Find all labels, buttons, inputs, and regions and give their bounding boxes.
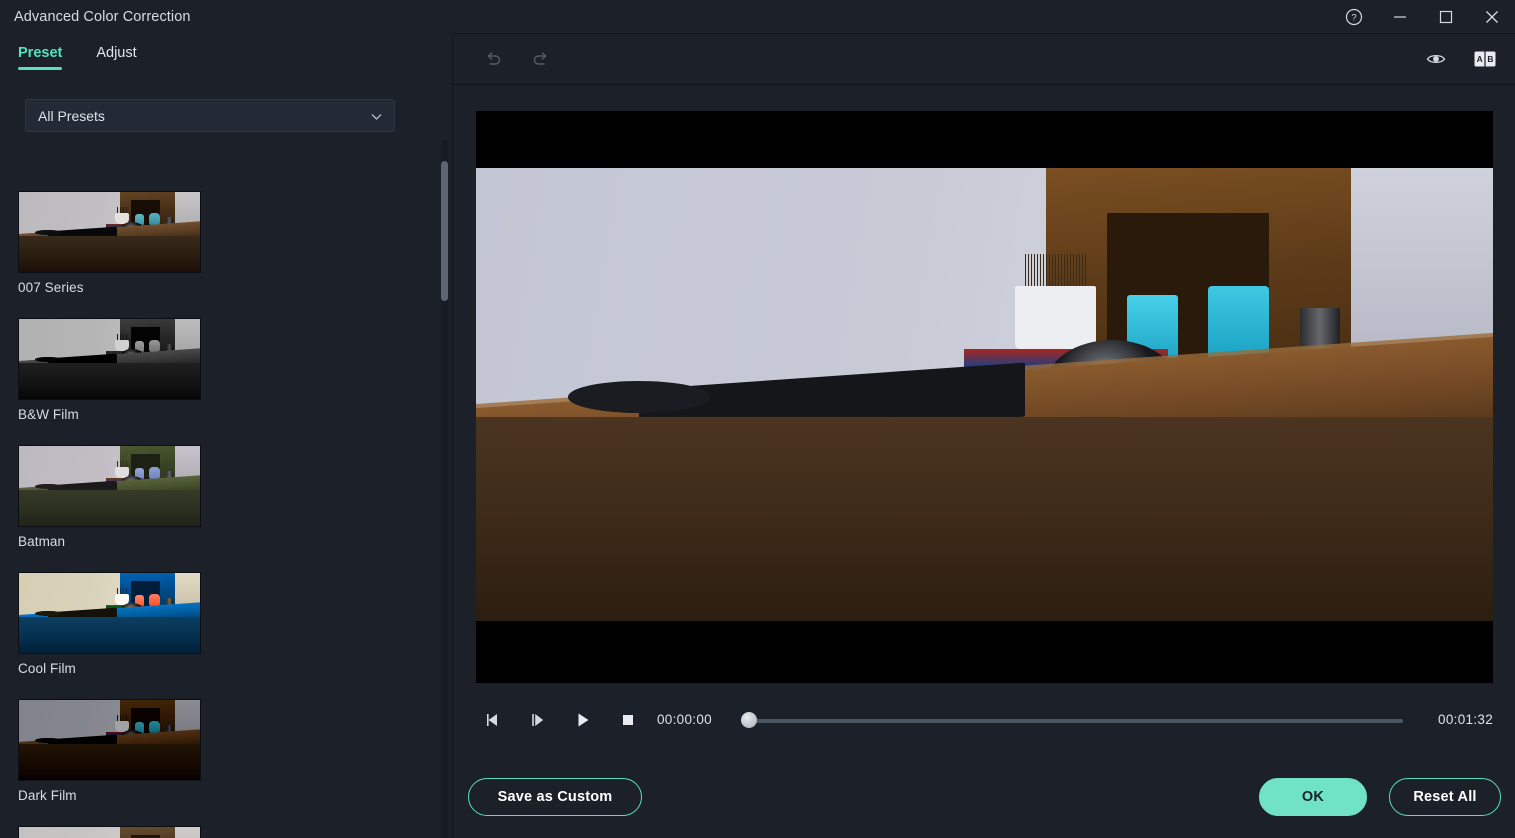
close-icon: [1486, 10, 1498, 23]
minimize-icon: [1394, 15, 1406, 18]
next-frame-icon: [532, 714, 544, 726]
previous-frame-icon: [487, 714, 497, 726]
tab-adjust[interactable]: Adjust: [96, 45, 136, 70]
play-icon: [578, 713, 589, 727]
preset-thumbnail-image: [19, 827, 200, 838]
preset-label: B&W Film: [18, 407, 79, 422]
stop-button[interactable]: [613, 705, 643, 735]
preset-thumbnail-image: [19, 446, 200, 526]
current-time-label: 00:00:00: [657, 712, 712, 727]
preset-item[interactable]: B&W Film: [18, 318, 219, 422]
ab-compare-button[interactable]: A B: [1468, 42, 1502, 76]
letterbox-top: [476, 111, 1493, 168]
svg-text:B: B: [1487, 54, 1493, 64]
redo-button[interactable]: [524, 42, 558, 76]
preset-filter-value: All Presets: [38, 107, 105, 124]
preset-filter-select[interactable]: All Presets: [25, 99, 395, 132]
preset-label: Batman: [18, 534, 66, 549]
toolbar-divider: [453, 84, 1515, 85]
preset-thumbnail[interactable]: [18, 699, 201, 781]
maximize-button[interactable]: [1423, 0, 1469, 33]
preset-thumbnail[interactable]: [18, 445, 201, 527]
preset-label: Dark Film: [18, 788, 77, 803]
preset-item[interactable]: Batman: [18, 445, 219, 549]
chevron-down-icon: [370, 110, 383, 128]
title-bar: Advanced Color Correction ?: [0, 0, 1515, 33]
tab-preset[interactable]: Preset: [18, 45, 63, 70]
dialog-actions: Save as Custom OK Reset All: [453, 760, 1515, 838]
redo-icon: [533, 52, 547, 65]
preset-label: Cool Film: [18, 661, 76, 676]
help-button[interactable]: ?: [1331, 0, 1377, 33]
preset-thumbnail-image: [19, 192, 200, 272]
preset-list-scroll-area[interactable]: 007 Series B&W Film Batman Cool Film Dark Fi…: [0, 153, 452, 838]
ab-compare-icon: A B: [1474, 51, 1496, 67]
preset-thumbnail-image: [19, 319, 200, 399]
playback-slider[interactable]: [741, 712, 1403, 728]
video-preview[interactable]: [476, 111, 1493, 683]
preset-panel: Preset Adjust All Presets 007 Series B&W …: [0, 33, 452, 838]
preset-grid: 007 Series B&W Film Batman Cool Film Dark Fi…: [0, 153, 430, 838]
undo-icon: [487, 52, 501, 65]
preset-label: 007 Series: [18, 280, 84, 295]
preset-item[interactable]: Cool Film: [18, 572, 219, 676]
preset-thumbnail-image: [19, 573, 200, 653]
preset-thumbnail[interactable]: [18, 572, 201, 654]
advanced-color-correction-dialog: Advanced Color Correction ? Preset Adjus…: [0, 0, 1515, 838]
reset-all-button[interactable]: Reset All: [1389, 778, 1501, 816]
video-frame: [476, 168, 1493, 621]
preset-thumbnail[interactable]: [18, 191, 201, 273]
playback-slider-handle[interactable]: [741, 712, 757, 728]
preset-thumbnail[interactable]: [18, 826, 201, 838]
playback-slider-track[interactable]: [741, 719, 1403, 723]
panel-tabs: Preset Adjust: [0, 33, 137, 84]
window-title: Advanced Color Correction: [14, 8, 191, 25]
panel-divider: [452, 33, 453, 838]
letterbox-bottom: [476, 621, 1493, 683]
save-as-custom-button[interactable]: Save as Custom: [468, 778, 642, 816]
window-controls: ?: [1331, 0, 1515, 33]
maximize-icon: [1439, 10, 1453, 23]
ok-button[interactable]: OK: [1259, 778, 1367, 816]
preset-item[interactable]: 007 Series: [18, 191, 219, 295]
minimize-button[interactable]: [1377, 0, 1423, 33]
close-button[interactable]: [1469, 0, 1515, 33]
playback-controls: 00:00:00 00:01:32: [476, 700, 1493, 742]
svg-text:?: ?: [1351, 12, 1356, 23]
preset-scrollbar-thumb[interactable]: [441, 161, 448, 301]
stop-icon: [623, 715, 633, 725]
preset-thumbnail[interactable]: [18, 318, 201, 400]
preset-thumbnail-image: [19, 700, 200, 780]
next-frame-button[interactable]: [523, 705, 553, 735]
previous-frame-button[interactable]: [478, 705, 508, 735]
eye-icon: [1426, 54, 1446, 64]
preset-item[interactable]: Game of Thrones: [18, 826, 219, 838]
help-icon: ?: [1345, 8, 1363, 25]
preview-toolbar: A B: [453, 33, 1515, 84]
undo-button[interactable]: [476, 42, 510, 76]
preset-item[interactable]: Dark Film: [18, 699, 219, 803]
play-button[interactable]: [568, 705, 598, 735]
total-time-label: 00:01:32: [1438, 712, 1493, 727]
preview-toggle-button[interactable]: [1419, 42, 1453, 76]
svg-text:A: A: [1477, 54, 1483, 64]
